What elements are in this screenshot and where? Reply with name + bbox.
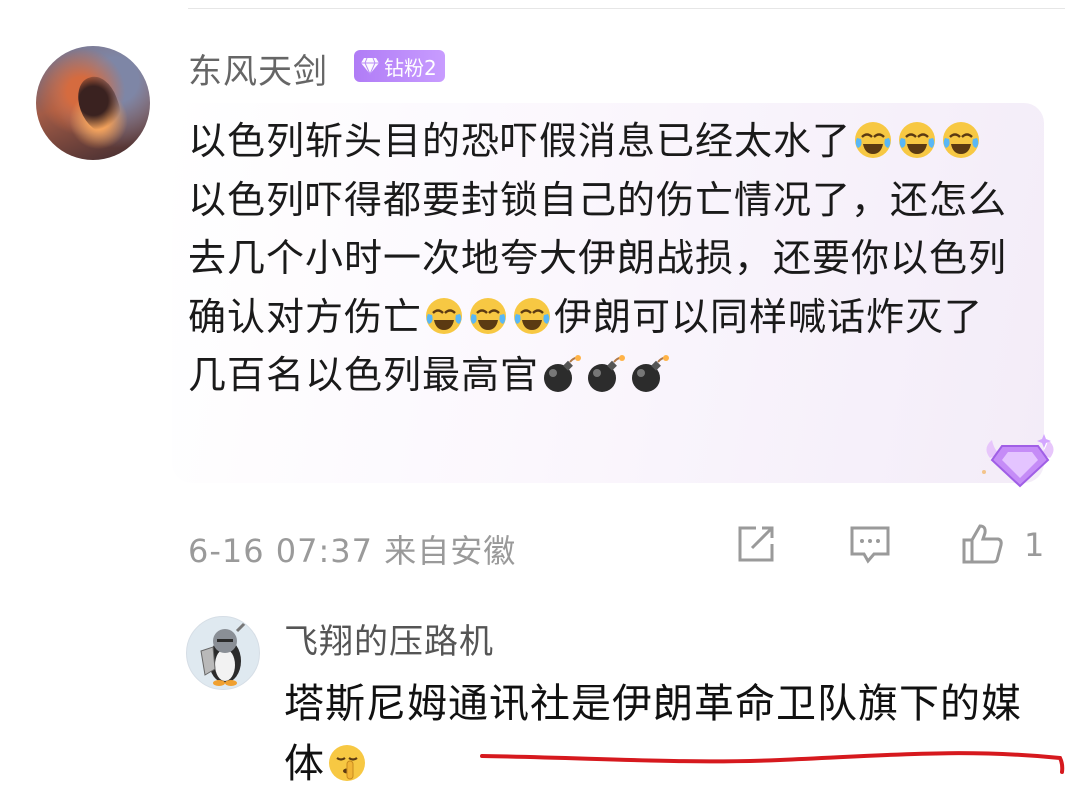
avatar[interactable] <box>36 46 150 160</box>
location: 来自安徽 <box>384 532 517 570</box>
avatar-image <box>71 71 127 139</box>
diamond-decoration-icon <box>982 434 1054 488</box>
comment-icon[interactable] <box>848 522 892 566</box>
reply-avatar[interactable] <box>186 616 260 690</box>
comment-text: 以色列斩头目的恐吓假消息已经太水了以色列吓得都要封锁自己的伤亡情况了，还怎么去几… <box>188 112 1008 405</box>
comment-meta: 6-16 07:37 来自安徽 <box>188 526 516 572</box>
laugh-cry-emoji <box>855 122 892 158</box>
laugh-cry-emoji <box>514 297 551 334</box>
reply-username[interactable]: 飞翔的压路机 <box>284 614 494 663</box>
diamond-icon <box>361 57 379 75</box>
username[interactable]: 东风天剑 <box>188 44 328 93</box>
like-icon[interactable] <box>960 522 1004 566</box>
shush-emoji <box>329 745 365 781</box>
badge-label: 钻粉2 <box>384 55 437 80</box>
laugh-cry-emoji <box>470 297 507 334</box>
bomb-emoji <box>588 355 626 392</box>
fan-level-badge[interactable]: 钻粉2 <box>354 50 445 82</box>
annotation-underline <box>480 751 1065 774</box>
timestamp: 6-16 07:37 <box>188 532 374 570</box>
laugh-cry-emoji <box>899 122 936 158</box>
penguin-knight-icon <box>200 619 249 686</box>
laugh-cry-emoji <box>426 297 463 334</box>
bomb-emoji <box>632 355 670 392</box>
top-divider <box>188 8 1065 9</box>
comment-text-part: 以色列斩头目的恐吓假消息已经太水了 <box>188 119 852 163</box>
laugh-cry-emoji <box>943 122 980 158</box>
like-count: 1 <box>1024 526 1045 564</box>
share-icon[interactable] <box>734 522 778 566</box>
bomb-emoji <box>544 355 582 392</box>
